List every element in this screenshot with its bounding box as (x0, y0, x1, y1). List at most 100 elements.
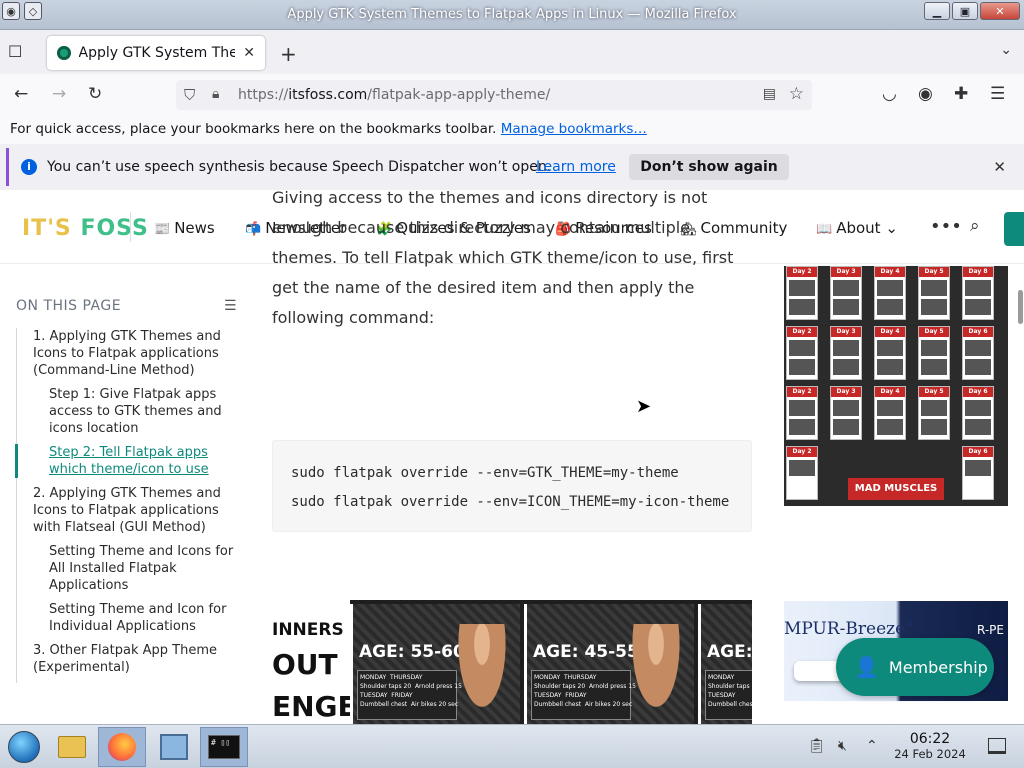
exercise-thumb (921, 419, 947, 435)
url-bar[interactable]: ⛉ 🔒︎ https://itsfoss.com/flatpak-app-app… (176, 80, 812, 110)
exercise-thumb (921, 400, 947, 416)
tray-expand-icon[interactable]: ⌃ (866, 738, 878, 754)
exercise-thumb (965, 299, 991, 315)
ad-workout-grid: MONDAY THURSDAY Shoulder taps 20 Arnold … (531, 670, 636, 720)
more-menu-icon[interactable]: ••• (930, 216, 962, 237)
taskbar-firefox[interactable] (98, 727, 146, 767)
extensions-icon[interactable]: ✚ (954, 84, 968, 104)
info-icon: i (21, 159, 37, 175)
exercise-thumb (833, 400, 859, 416)
reader-view-icon[interactable]: ▤ (763, 86, 776, 102)
toc-item[interactable]: Step 1: Give Flatpak apps access to GTK … (17, 386, 242, 437)
start-button[interactable] (0, 727, 48, 767)
toc-list-icon[interactable]: ☰ (224, 298, 237, 314)
exercise-thumb (965, 460, 991, 476)
new-tab-button[interactable]: + (280, 42, 297, 66)
toc-item[interactable]: Setting Theme and Icon for Individual Ap… (17, 601, 242, 635)
clock-time: 06:22 (909, 731, 951, 747)
close-window-button[interactable]: ✕ (980, 2, 1020, 20)
back-icon[interactable]: ← (14, 84, 28, 104)
app-menu-icon[interactable]: ☰ (990, 84, 1005, 104)
tracking-shield-icon[interactable]: ⛉ (184, 86, 195, 104)
nav-about[interactable]: 📖 About ⌄ (816, 219, 898, 237)
calendar-cell: Day 2 (786, 266, 818, 320)
toc-item-active[interactable]: Step 2: Tell Flatpak apps which theme/ic… (15, 444, 242, 478)
calendar-cell: Day 4 (874, 266, 906, 320)
code-block[interactable]: sudo flatpak override --env=GTK_THEME=my… (272, 440, 752, 532)
account-icon[interactable]: ◉ (918, 84, 933, 104)
day-label: Day 3 (831, 387, 861, 397)
calendar-cell: Day 2 (786, 446, 818, 500)
exercise-thumb (921, 359, 947, 375)
ad-brand-text: MPUR-Breeze° (784, 619, 914, 639)
toc-item[interactable]: 1. Applying GTK Themes and Icons to Flat… (17, 328, 242, 379)
toc-item[interactable]: 2. Applying GTK Themes and Icons to Flat… (17, 485, 242, 536)
day-label: Day 6 (963, 327, 993, 337)
exercise-thumb (877, 419, 903, 435)
bookmark-star-icon[interactable]: ☆ (789, 84, 804, 104)
toc-item[interactable]: 3. Other Flatpak App Theme (Experimental… (17, 642, 242, 676)
window-title-bar: ◉ ◇ Apply GTK System Themes to Flatpak A… (0, 0, 1024, 30)
tab-active[interactable]: Apply GTK System Themes to Flatpak Apps … (47, 36, 265, 70)
exercise-thumb (833, 419, 859, 435)
table-of-contents: ON THIS PAGE ☰ 1. Applying GTK Themes an… (0, 264, 250, 724)
show-desktop-icon[interactable] (988, 738, 1006, 754)
forward-icon[interactable]: → (52, 84, 66, 104)
page-scrollbar-thumb[interactable] (1018, 290, 1023, 324)
learn-more-link[interactable]: Learn more (536, 159, 616, 175)
exercise-thumb (789, 359, 815, 375)
calendar-cell: Day 5 (918, 326, 950, 380)
minimize-button[interactable]: ▁ (924, 2, 950, 20)
exercise-thumb (789, 400, 815, 416)
pocket-icon[interactable]: ◡ (882, 84, 897, 104)
calendar-cell: Day 5 (918, 266, 950, 320)
day-label: Day 6 (963, 447, 993, 457)
nav-news-label: News (174, 219, 215, 237)
logo-its: IT'S (22, 216, 72, 241)
header-account-button[interactable] (1004, 212, 1024, 246)
calendar-cell: Day 6 (962, 326, 994, 380)
exercise-thumb (965, 419, 991, 435)
exercise-thumb (789, 340, 815, 356)
volume-muted-icon[interactable]: 🔇︎ (838, 738, 847, 754)
maximize-button[interactable]: ▣ (952, 2, 978, 20)
tab-close-icon[interactable]: ✕ (243, 45, 255, 61)
ad-person-image (626, 624, 686, 724)
workout-calendar-ad[interactable]: Day 2 Day 3 Day 4 Day 5 Day 8 Day 2 Day … (784, 266, 1008, 506)
ad-age-label: AGE: 4 (707, 642, 752, 662)
exercise-thumb (833, 359, 859, 375)
bookmarks-hint-text: For quick access, place your bookmarks h… (10, 121, 497, 137)
newsletter-icon: 📬 (245, 222, 262, 237)
notification-bar: i You can’t use speech synthesis because… (6, 148, 1020, 186)
day-label: Day 2 (787, 327, 817, 337)
day-label: Day 3 (831, 327, 861, 337)
taskbar-file-manager[interactable] (48, 727, 96, 767)
fitness-ad-banner[interactable]: INNERS OUT ENGE AGE: 55-60 MONDAY THURSD… (272, 600, 752, 724)
notification-close-icon[interactable]: ✕ (993, 158, 1006, 176)
ad-text-panel: INNERS OUT ENGE (272, 600, 357, 724)
calendar-brand-badge: MAD MUSCLES (848, 478, 944, 500)
search-icon[interactable]: ⌕ (970, 216, 980, 236)
reload-icon[interactable]: ↻ (88, 84, 102, 104)
taskbar-terminal[interactable]: # ▯▯ (200, 727, 248, 767)
url-text[interactable]: https://itsfoss.com/flatpak-app-apply-th… (238, 87, 550, 103)
calendar-row: Day 2 Day 3 Day 4 Day 5 Day 6 (784, 326, 1008, 386)
clipboard-icon[interactable]: 📋︎ (808, 738, 826, 754)
firefox-view-icon[interactable]: ☐ (8, 42, 22, 61)
ad-person-image (452, 624, 512, 724)
dont-show-again-button[interactable]: Don’t show again (629, 154, 789, 180)
day-label: Day 8 (963, 267, 993, 277)
exercise-thumb (877, 359, 903, 375)
lock-icon[interactable]: 🔒︎ (212, 86, 219, 102)
day-label: Day 4 (875, 327, 905, 337)
ad-text-line: INNERS (272, 620, 344, 640)
clock[interactable]: 06:22 24 Feb 2024 (892, 731, 968, 761)
clock-date: 24 Feb 2024 (894, 747, 966, 761)
list-all-tabs-icon[interactable]: ⌄ (1000, 42, 1012, 58)
taskbar-system-settings[interactable] (150, 727, 198, 767)
toc-item[interactable]: Setting Theme and Icons for All Installe… (17, 543, 242, 594)
nav-news[interactable]: 📰 News (154, 219, 215, 237)
manage-bookmarks-link[interactable]: Manage bookmarks… (501, 121, 647, 137)
membership-button[interactable]: 👤 Membership (836, 638, 994, 696)
calendar-cell: Day 6 (962, 386, 994, 440)
